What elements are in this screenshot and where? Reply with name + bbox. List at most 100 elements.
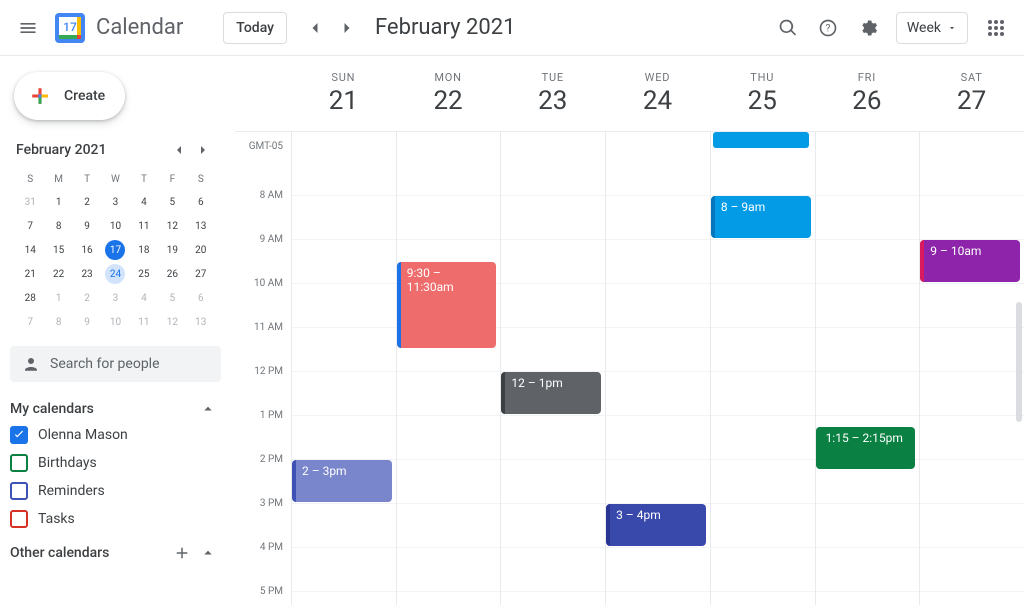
allday-cell[interactable] [291,132,396,152]
mini-day[interactable]: 4 [130,190,158,214]
day-column[interactable]: 2 – 3pm [291,152,396,605]
mini-day[interactable]: 24 [101,262,129,286]
next-week-button[interactable] [331,12,363,44]
allday-cell[interactable] [500,132,605,152]
day-column[interactable]: 9 – 10am [919,152,1024,605]
day-column[interactable]: 8 – 9am [710,152,815,605]
mini-day[interactable]: 19 [158,238,186,262]
settings-button[interactable] [848,8,888,48]
day-column[interactable]: 12 – 1pm [500,152,605,605]
chevron-up-icon[interactable] [199,400,217,418]
mini-day[interactable]: 15 [44,238,72,262]
day-header[interactable]: MON22 [396,56,501,131]
mini-day[interactable]: 1 [44,286,72,310]
mini-day[interactable]: 8 [44,310,72,334]
day-header[interactable]: WED24 [605,56,710,131]
view-selector[interactable]: Week [896,12,968,44]
calendar-item[interactable]: Olenna Mason [10,426,221,444]
calendar-event[interactable]: 2 – 3pm [292,460,392,502]
mini-day[interactable]: 26 [158,262,186,286]
mini-day[interactable]: 13 [187,310,215,334]
mini-calendar[interactable]: SMTWTFS311234567891011121314151617181920… [16,168,215,334]
calendar-checkbox[interactable] [10,482,28,500]
mini-day[interactable]: 6 [187,286,215,310]
allday-cell[interactable] [919,132,1024,152]
mini-day[interactable]: 20 [187,238,215,262]
calendar-event[interactable]: 9 – 10am [920,240,1020,282]
mini-day[interactable]: 14 [16,238,44,262]
mini-day[interactable]: 6 [187,190,215,214]
scrollbar[interactable] [1016,302,1022,422]
mini-day[interactable]: 12 [158,310,186,334]
day-column[interactable]: 9:30 – 11:30am [396,152,501,605]
mini-day[interactable]: 3 [101,190,129,214]
mini-day[interactable]: 9 [73,214,101,238]
google-apps-button[interactable] [976,8,1016,48]
mini-day[interactable]: 16 [73,238,101,262]
mini-day[interactable]: 11 [130,214,158,238]
allday-cell[interactable] [815,132,920,152]
main-menu-button[interactable] [8,8,48,48]
mini-day[interactable]: 1 [44,190,72,214]
mini-day[interactable]: 11 [130,310,158,334]
day-header[interactable]: SAT27 [919,56,1024,131]
day-column[interactable]: 1:15 – 2:15pm [815,152,920,605]
mini-day[interactable]: 2 [73,190,101,214]
allday-cell[interactable] [396,132,501,152]
mini-prev-button[interactable] [167,138,191,162]
calendar-item[interactable]: Tasks [10,510,221,528]
view-selector-label: Week [907,20,941,36]
day-header[interactable]: THU25 [710,56,815,131]
mini-day[interactable]: 3 [101,286,129,310]
mini-day[interactable]: 8 [44,214,72,238]
mini-day[interactable]: 7 [16,214,44,238]
mini-day[interactable]: 5 [158,190,186,214]
mini-day[interactable]: 23 [73,262,101,286]
mini-day[interactable]: 21 [16,262,44,286]
mini-day[interactable]: 10 [101,310,129,334]
mini-next-button[interactable] [191,138,215,162]
calendar-checkbox[interactable] [10,510,28,528]
mini-day[interactable]: 5 [158,286,186,310]
help-button[interactable]: ? [808,8,848,48]
mini-day[interactable]: 4 [130,286,158,310]
calendar-event[interactable]: 9:30 – 11:30am [397,262,497,348]
mini-day[interactable]: 10 [101,214,129,238]
allday-cell[interactable] [710,132,815,152]
mini-day[interactable]: 25 [130,262,158,286]
mini-day[interactable]: 13 [187,214,215,238]
day-header[interactable]: SUN21 [291,56,396,131]
calendar-checkbox[interactable] [10,426,28,444]
mini-day[interactable]: 9 [73,310,101,334]
create-button[interactable]: Create [14,72,125,120]
allday-event[interactable] [713,132,809,148]
search-button[interactable] [768,8,808,48]
mini-day[interactable]: 12 [158,214,186,238]
calendar-checkbox[interactable] [10,454,28,472]
calendar-item[interactable]: Reminders [10,482,221,500]
mini-day[interactable]: 27 [187,262,215,286]
chevron-up-icon[interactable] [199,544,217,562]
mini-day[interactable]: 28 [16,286,44,310]
mini-day[interactable]: 17 [101,238,129,262]
plus-icon [26,82,54,110]
mini-day[interactable]: 22 [44,262,72,286]
day-column[interactable]: 3 – 4pm [605,152,710,605]
calendar-event[interactable]: 3 – 4pm [606,504,706,546]
allday-cell[interactable] [605,132,710,152]
today-button[interactable]: Today [223,12,287,44]
day-header[interactable]: FRI26 [815,56,920,131]
add-calendar-button[interactable] [173,544,191,562]
search-people-input[interactable]: Search for people [10,346,221,382]
hour-label: 3 PM [235,498,291,542]
mini-day[interactable]: 7 [16,310,44,334]
calendar-item[interactable]: Birthdays [10,454,221,472]
day-header[interactable]: TUE23 [500,56,605,131]
calendar-event[interactable]: 8 – 9am [711,196,811,238]
mini-day[interactable]: 2 [73,286,101,310]
mini-day[interactable]: 18 [130,238,158,262]
calendar-event[interactable]: 1:15 – 2:15pm [816,427,916,469]
prev-week-button[interactable] [299,12,331,44]
calendar-event[interactable]: 12 – 1pm [501,372,601,414]
mini-day[interactable]: 31 [16,190,44,214]
